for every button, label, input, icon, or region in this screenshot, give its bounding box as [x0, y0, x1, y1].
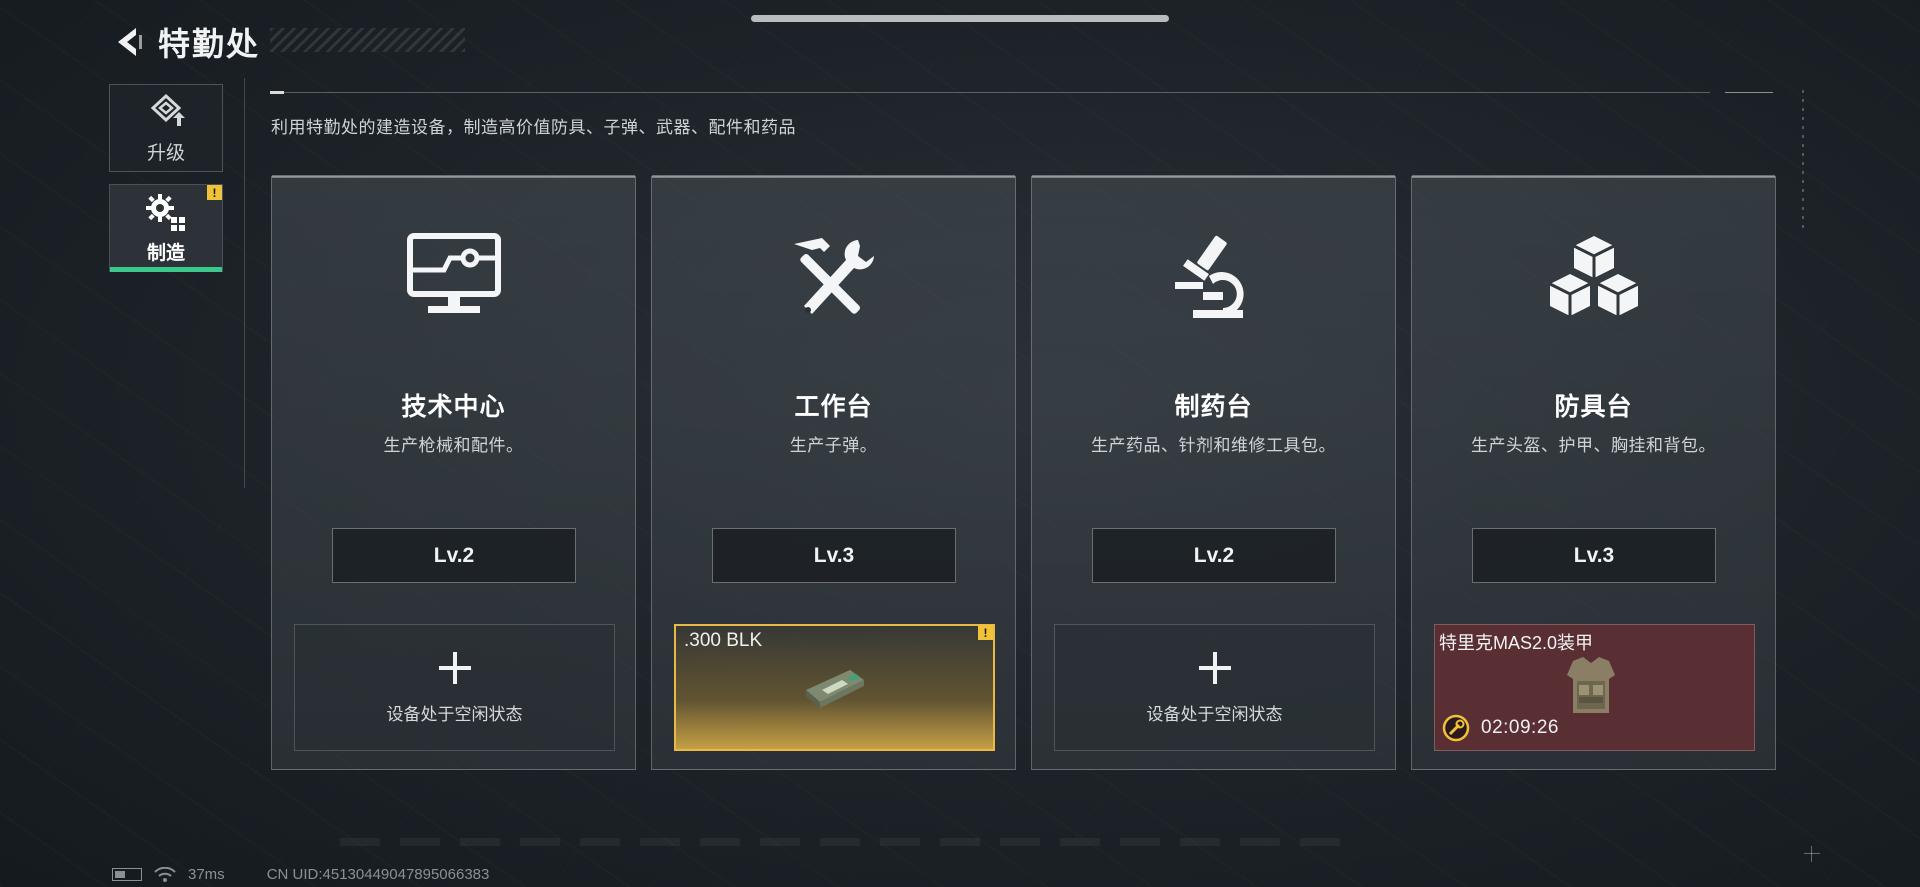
level-button[interactable]: Lv.3: [712, 528, 956, 583]
station-name: 制药台: [1174, 393, 1253, 421]
station-description: 生产药品、针剂和维修工具包。: [1091, 436, 1336, 455]
user-uid: CN UID:45130449047895066383: [266, 866, 490, 883]
station-card-pharmacy[interactable]: 制药台 生产药品、针剂和维修工具包。 Lv.2 设备处于空闲状态: [1031, 175, 1396, 770]
tab-craft-label: 制造: [146, 242, 185, 264]
production-slot[interactable]: 设备处于空闲状态: [294, 624, 615, 751]
wifi-icon: [154, 866, 176, 882]
plus-icon: [1198, 652, 1231, 684]
station-description: 生产子弹。: [789, 436, 878, 455]
status-footer: 37ms CN UID:45130449047895066383: [112, 866, 489, 883]
alert-badge: !: [207, 185, 222, 200]
alert-badge: !: [978, 625, 993, 640]
production-slot[interactable]: 设备处于空闲状态: [1054, 624, 1375, 751]
back-arrow-icon: [118, 28, 142, 56]
production-slot-in-progress[interactable]: 特里克MAS2.0装甲 02:09:26: [1434, 624, 1755, 751]
page-description: 利用特勤处的建造设备，制造高价值防具、子弹、武器、配件和药品: [271, 118, 796, 137]
ammo-box-icon: [806, 670, 864, 708]
cubes-icon: [1548, 236, 1639, 316]
tab-upgrade-label: 升级: [146, 142, 185, 164]
gears-icon: [146, 193, 185, 231]
header-divider-end: [1725, 92, 1773, 93]
station-card-workbench[interactable]: 工作台 生产子弹。 Lv.3 .300 BLK !: [651, 175, 1016, 770]
idle-status-label: 设备处于空闲状态: [1146, 705, 1283, 724]
production-slot-complete[interactable]: .300 BLK !: [674, 624, 995, 751]
station-card-armor[interactable]: 防具台 生产头盔、护甲、胸挂和背包。 Lv.3 特里克MAS2.0装甲 02:0…: [1411, 175, 1776, 770]
back-button[interactable]: [110, 23, 148, 61]
hammer-wrench-icon: [793, 238, 874, 314]
microscope-icon: [1174, 235, 1244, 318]
header-divider: [270, 91, 1710, 94]
station-name: 防具台: [1554, 393, 1633, 421]
level-button[interactable]: Lv.2: [1092, 528, 1336, 583]
side-decoration: [1802, 90, 1804, 230]
title-decoration: [270, 28, 465, 52]
item-name: 特里克MAS2.0装甲: [1439, 633, 1594, 653]
monitor-circuit-icon: [406, 233, 501, 313]
production-timer-icon: [1442, 714, 1470, 742]
upgrade-icon: [150, 93, 185, 126]
item-name: .300 BLK: [684, 630, 763, 651]
idle-status-label: 设备处于空闲状态: [386, 705, 523, 724]
tab-craft[interactable]: ! 制造: [109, 184, 223, 272]
station-description: 生产头盔、护甲、胸挂和背包。: [1471, 436, 1716, 455]
top-drag-handle[interactable]: [751, 15, 1169, 22]
station-card-tech-center[interactable]: 技术中心 生产枪械和配件。 Lv.2 设备处于空闲状态: [271, 175, 636, 770]
page-title: 特勤处: [158, 26, 261, 62]
countdown-timer: 02:09:26: [1481, 717, 1559, 738]
ping-value: 37ms: [188, 866, 225, 883]
level-button[interactable]: Lv.3: [1472, 528, 1716, 583]
sidebar-divider: [244, 78, 245, 488]
station-description: 生产枪械和配件。: [383, 436, 524, 455]
body-armor-icon: [1567, 657, 1615, 713]
station-name: 技术中心: [401, 393, 506, 421]
station-name: 工作台: [794, 393, 873, 421]
corner-decoration: [1804, 846, 1820, 862]
bottom-decoration: [340, 838, 1340, 846]
timer-row: 02:09:26: [1441, 713, 1559, 743]
level-button[interactable]: Lv.2: [332, 528, 576, 583]
header: 特勤处: [110, 22, 260, 62]
battery-icon: [112, 868, 142, 881]
plus-icon: [438, 652, 471, 684]
tab-upgrade[interactable]: 升级: [109, 84, 223, 172]
